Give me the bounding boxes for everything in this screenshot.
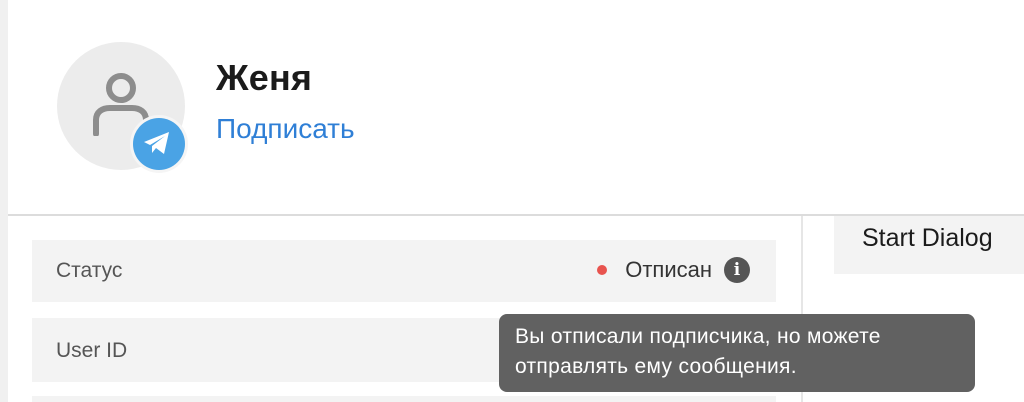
telegram-icon — [144, 132, 169, 154]
profile-name: Женя — [216, 57, 313, 98]
status-text: Отписан — [625, 257, 712, 282]
start-dialog-button[interactable]: Start Dialog — [834, 216, 1024, 274]
status-tooltip: Вы отписали подписчика, но можете отправ… — [499, 314, 975, 392]
subscribe-link[interactable]: Подписать — [216, 113, 355, 145]
start-dialog-label: Start Dialog — [862, 224, 993, 252]
info-icon[interactable]: i — [724, 257, 750, 283]
page: Женя Подписать Статус Отписан i User ID … — [0, 0, 1024, 402]
status-dot — [597, 265, 608, 275]
telegram-badge — [130, 115, 188, 173]
next-row — [32, 396, 776, 402]
status-label: Статус — [56, 259, 123, 282]
user-id-label: User ID — [56, 339, 128, 362]
status-row: Статус Отписан i — [32, 240, 776, 302]
status-value: Отписан i — [597, 257, 750, 283]
left-edge-border — [0, 0, 8, 402]
